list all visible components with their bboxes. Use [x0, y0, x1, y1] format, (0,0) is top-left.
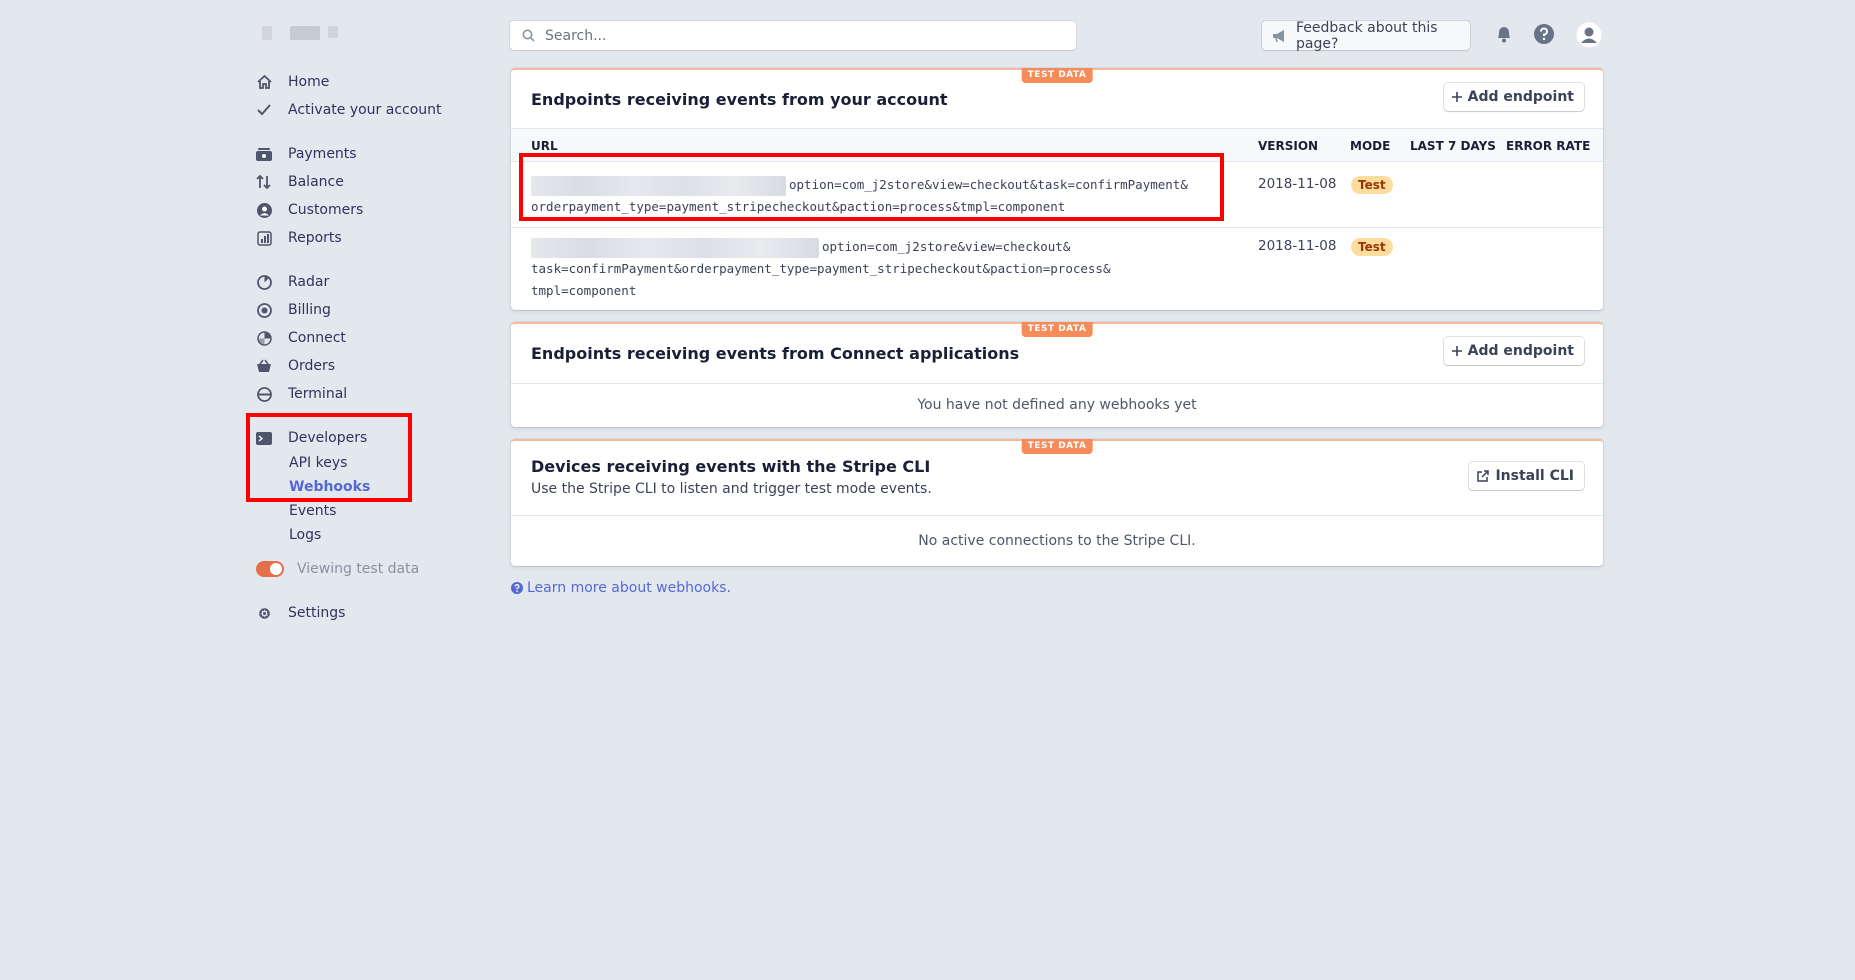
button-label: Add endpoint [1467, 89, 1574, 105]
sidebar-item-label: Payments [288, 146, 357, 162]
account-logo[interactable] [250, 18, 380, 54]
connect-icon [256, 330, 272, 346]
learn-more-label: Learn more about webhooks. [527, 580, 731, 596]
cli-devices-card: TEST DATA Devices receiving events with … [511, 439, 1603, 566]
reports-icon [256, 230, 272, 246]
table-row[interactable]: option=com_j2store&view=checkout&task=co… [511, 162, 1603, 227]
endpoint-version: 2018-11-08 [1258, 238, 1337, 254]
feedback-button[interactable]: Feedback about this page? [1262, 19, 1470, 52]
sidebar-item-label: Balance [288, 174, 344, 190]
endpoint-url: option=com_j2store&view=checkout&task=co… [531, 175, 1188, 214]
add-endpoint-button[interactable]: Add endpoint [1443, 337, 1584, 365]
balance-arrows-icon [256, 174, 272, 190]
sidebar-item-label: Home [288, 74, 330, 90]
redacted-host [531, 237, 819, 258]
sidebar-item-events[interactable]: Events [289, 500, 336, 522]
sidebar-item-label: Billing [288, 302, 331, 318]
external-link-icon [1477, 470, 1490, 482]
card-title: Endpoints receiving events from Connect … [531, 344, 1020, 363]
help-circle-icon [511, 582, 523, 594]
endpoint-url: option=com_j2store&view=checkout& task=c… [531, 237, 1111, 298]
endpoint-version: 2018-11-08 [1258, 176, 1337, 192]
viewing-test-data-toggle[interactable]: Viewing test data [256, 557, 419, 581]
add-endpoint-button[interactable]: Add endpoint [1443, 83, 1584, 111]
test-data-badge: TEST DATA [1021, 322, 1093, 337]
mode-badge: Test [1351, 176, 1393, 194]
sidebar-item-label: Orders [288, 358, 336, 374]
sidebar-item-api-keys[interactable]: API keys [289, 452, 347, 474]
test-data-badge: TEST DATA [1021, 68, 1093, 83]
payments-icon [256, 146, 272, 162]
checkmark-icon [256, 102, 272, 118]
sidebar-item-payments[interactable]: Payments [256, 142, 357, 166]
sidebar-item-label: Developers [288, 430, 368, 446]
plus-icon [1451, 346, 1462, 356]
column-version: VERSION [1258, 139, 1319, 153]
sidebar-item-developers[interactable]: Developers [256, 426, 367, 450]
test-data-badge: TEST DATA [1021, 439, 1093, 454]
empty-state-text: You have not defined any webhooks yet [917, 397, 1197, 413]
search-input[interactable] [543, 26, 1076, 45]
sidebar-item-label: Reports [288, 230, 342, 246]
redacted-host [531, 175, 786, 196]
card-divider [511, 515, 1603, 516]
radar-icon [256, 274, 272, 290]
sidebar-item-logs[interactable]: Logs [289, 524, 321, 546]
column-mode: MODE [1350, 139, 1391, 153]
install-cli-button[interactable]: Install CLI [1469, 462, 1584, 490]
sidebar-item-balance[interactable]: Balance [256, 170, 344, 194]
mode-badge: Test [1351, 238, 1393, 256]
basket-icon [256, 358, 272, 374]
sidebar-item-label: Settings [288, 605, 346, 621]
sidebar-item-label: Terminal [288, 386, 348, 402]
customers-icon [256, 202, 272, 218]
sidebar-item-orders[interactable]: Orders [256, 354, 335, 378]
sidebar-item-radar[interactable]: Radar [256, 270, 329, 294]
megaphone-icon [1272, 29, 1288, 42]
sidebar-item-activate[interactable]: Activate your account [256, 98, 442, 122]
column-error-rate: ERROR RATE [1506, 139, 1591, 153]
terminal-icon [256, 386, 272, 402]
sidebar-item-label: Activate your account [288, 102, 442, 118]
developers-console-icon [256, 430, 272, 446]
toggle-label: Viewing test data [297, 561, 420, 577]
sidebar-item-webhooks[interactable]: Webhooks [289, 476, 370, 498]
avatar[interactable] [1574, 20, 1604, 50]
home-icon [256, 74, 272, 90]
column-url: URL [531, 139, 558, 153]
endpoints-table-header: URL VERSION MODE LAST 7 DAYS ERROR RATE [511, 128, 1603, 162]
table-row[interactable]: option=com_j2store&view=checkout& task=c… [511, 228, 1603, 312]
button-label: Add endpoint [1467, 343, 1574, 359]
gear-icon [256, 605, 272, 621]
search-icon [522, 29, 535, 42]
card-title: Devices receiving events with the Stripe… [531, 457, 931, 476]
sidebar-item-settings[interactable]: Settings [256, 601, 345, 625]
learn-more-webhooks-link[interactable]: Learn more about webhooks. [511, 580, 731, 596]
column-last-7-days: LAST 7 DAYS [1410, 139, 1496, 153]
test-mode-switch[interactable] [256, 561, 284, 577]
empty-state-text: No active connections to the Stripe CLI. [918, 533, 1196, 549]
sidebar-item-connect[interactable]: Connect [256, 326, 346, 350]
help-question-icon[interactable] [1532, 22, 1556, 46]
billing-icon [256, 302, 272, 318]
sidebar-item-label: Customers [288, 202, 364, 218]
card-title: Endpoints receiving events from your acc… [531, 90, 948, 109]
feedback-label: Feedback about this page? [1296, 19, 1438, 52]
sidebar-item-terminal[interactable]: Terminal [256, 382, 347, 406]
sidebar-item-reports[interactable]: Reports [256, 226, 342, 250]
sidebar-item-label: Radar [288, 274, 330, 290]
plus-icon [1451, 92, 1462, 102]
sidebar-item-billing[interactable]: Billing [256, 298, 331, 322]
card-subtitle: Use the Stripe CLI to listen and trigger… [531, 481, 932, 497]
button-label: Install CLI [1495, 468, 1574, 484]
sidebar-item-label: Connect [288, 330, 346, 346]
card-divider [511, 383, 1603, 384]
sidebar-item-home[interactable]: Home [256, 70, 329, 94]
account-endpoints-card: TEST DATA Endpoints receiving events fro… [511, 68, 1603, 310]
notifications-bell-icon[interactable] [1492, 22, 1516, 46]
search-bar[interactable] [510, 21, 1076, 50]
connect-endpoints-card: TEST DATA Endpoints receiving events fro… [511, 322, 1603, 427]
sidebar-item-customers[interactable]: Customers [256, 198, 363, 222]
